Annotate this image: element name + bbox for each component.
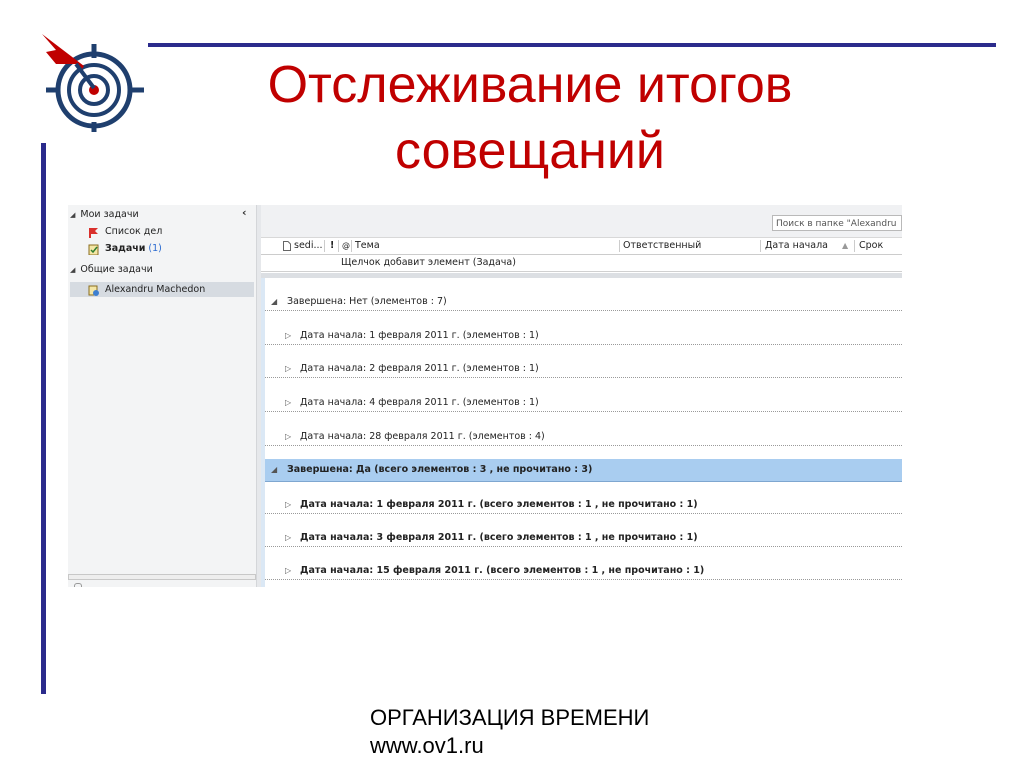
group-header-completed[interactable]: ◢ Завершена: Да (всего элементов : 3 , не… <box>265 459 902 482</box>
list-divider <box>261 273 902 278</box>
expand-triangle-icon[interactable]: ▷ <box>285 563 291 579</box>
expand-triangle-icon[interactable]: ▷ <box>285 395 291 411</box>
group-header-start-date[interactable]: ▷ Дата начала: 2 февраля 2011 г. (элемент… <box>265 361 902 378</box>
column-header-owner[interactable]: Ответственный <box>623 238 701 254</box>
tasks-count-badge: (1) <box>148 243 162 254</box>
group-header-start-date[interactable]: ▷ Дата начала: 15 февраля 2011 г. (всего … <box>265 563 902 580</box>
collapse-pane-button[interactable]: ‹ <box>242 206 247 219</box>
nav-item-todo-list[interactable]: Список дел <box>88 224 162 240</box>
group-header-start-date[interactable]: ▷ Дата начала: 1 февраля 2011 г. (элемент… <box>265 328 902 345</box>
column-separator[interactable] <box>854 240 855 252</box>
group-header-start-date[interactable]: ▷ Дата начала: 4 февраля 2011 г. (элемент… <box>265 395 902 412</box>
shared-task-icon <box>88 285 99 296</box>
nav-item-shared-user[interactable]: Alexandru Machedon <box>88 282 205 298</box>
column-header-start-date[interactable]: Дата начала <box>765 238 828 254</box>
column-separator[interactable] <box>760 240 761 252</box>
nav-pane-scrollbar[interactable] <box>68 574 256 580</box>
expand-triangle-icon[interactable]: ◢ <box>70 207 75 223</box>
outlook-tasks-window: ‹ ◢ Мои задачи Список дел Задачи (1) ◢ О… <box>68 205 902 587</box>
group-header-label: Дата начала: 2 февраля 2011 г. (элементо… <box>300 363 539 374</box>
column-header-icon[interactable]: sedi... <box>294 238 323 254</box>
nav-group-shared-tasks[interactable]: ◢ Общие задачи <box>70 262 153 278</box>
slide-footer: ОРГАНИЗАЦИЯ ВРЕМЕНИ www.ov1.ru <box>370 704 649 760</box>
expand-triangle-icon[interactable]: ▷ <box>285 429 291 445</box>
left-accent-bar <box>41 143 46 694</box>
paperclip-icon[interactable]: @ <box>342 238 350 254</box>
nav-group-label: Общие задачи <box>80 264 153 275</box>
slide-title: Отслеживание итогов совещаний <box>160 52 900 184</box>
group-header-label: Дата начала: 3 февраля 2011 г. (всего эл… <box>300 532 698 543</box>
flag-icon <box>89 227 98 238</box>
collapse-triangle-icon[interactable]: ◢ <box>271 294 277 310</box>
nav-item-label: Список дел <box>105 226 163 237</box>
new-task-row[interactable]: Щелчок добавит элемент (Задача) <box>261 255 902 272</box>
footer-org: ОРГАНИЗАЦИЯ ВРЕМЕНИ <box>370 705 650 730</box>
list-toolbar: Поиск в папке "Alexandru <box>261 205 902 238</box>
nav-footer-icon <box>74 583 82 587</box>
nav-item-label: Задачи <box>105 243 146 254</box>
slide-title-line2: совещаний <box>395 122 665 180</box>
nav-group-my-tasks[interactable]: ◢ Мои задачи <box>70 207 139 223</box>
group-header-start-date[interactable]: ▷ Дата начала: 3 февраля 2011 г. (всего э… <box>265 530 902 547</box>
group-header-label: Завершена: Нет (элементов : 7) <box>287 296 447 307</box>
target-logo-icon <box>42 34 144 132</box>
group-header-label: Дата начала: 15 февраля 2011 г. (всего э… <box>300 565 705 576</box>
nav-item-tasks[interactable]: Задачи (1) <box>88 241 162 257</box>
column-header-importance[interactable]: ! <box>330 238 334 254</box>
group-header-label: Дата начала: 1 февраля 2011 г. (элементо… <box>300 330 539 341</box>
group-header-label: Дата начала: 1 февраля 2011 г. (всего эл… <box>300 499 698 510</box>
group-header-start-date[interactable]: ▷ Дата начала: 1 февраля 2011 г. (всего э… <box>265 497 902 514</box>
expand-triangle-icon[interactable]: ▷ <box>285 530 291 546</box>
group-header-label: Дата начала: 28 февраля 2011 г. (элемент… <box>300 431 545 442</box>
group-header-start-date[interactable]: ▷ Дата начала: 28 февраля 2011 г. (элемен… <box>265 429 902 446</box>
group-header-label: Дата начала: 4 февраля 2011 г. (элементо… <box>300 397 539 408</box>
task-list-pane: Поиск в папке "Alexandru sedi... ! @ Тем… <box>261 205 902 587</box>
slide-title-line1: Отслеживание итогов <box>267 56 793 114</box>
expand-triangle-icon[interactable]: ▷ <box>285 328 291 344</box>
search-input[interactable]: Поиск в папке "Alexandru <box>772 215 902 231</box>
title-rule <box>148 43 996 47</box>
expand-triangle-icon[interactable]: ▷ <box>285 361 291 377</box>
new-task-hint: Щелчок добавит элемент (Задача) <box>341 257 516 268</box>
column-header-subject[interactable]: Тема <box>355 238 380 254</box>
document-icon <box>283 241 291 251</box>
column-header-due[interactable]: Срок <box>859 238 883 254</box>
nav-group-label: Мои задачи <box>80 209 139 220</box>
group-header-label: Завершена: Да (всего элементов : 3 , не … <box>287 464 593 475</box>
expand-triangle-icon[interactable]: ▷ <box>285 497 291 513</box>
sort-ascending-icon: ▲ <box>842 241 849 250</box>
column-separator[interactable] <box>619 240 620 252</box>
task-clipboard-icon <box>88 244 99 255</box>
column-separator[interactable] <box>338 240 339 252</box>
group-header-completed[interactable]: ◢ Завершена: Нет (элементов : 7) <box>265 294 902 311</box>
collapse-triangle-icon[interactable]: ◢ <box>271 459 277 481</box>
column-separator[interactable] <box>324 240 325 252</box>
navigation-pane: ‹ ◢ Мои задачи Список дел Задачи (1) ◢ О… <box>68 205 257 587</box>
column-header-row: sedi... ! @ Тема Ответственный Дата нача… <box>261 238 902 255</box>
column-separator[interactable] <box>351 240 352 252</box>
footer-url: www.ov1.ru <box>370 733 484 758</box>
nav-item-label: Alexandru Machedon <box>105 284 206 295</box>
expand-triangle-icon[interactable]: ◢ <box>70 262 75 278</box>
